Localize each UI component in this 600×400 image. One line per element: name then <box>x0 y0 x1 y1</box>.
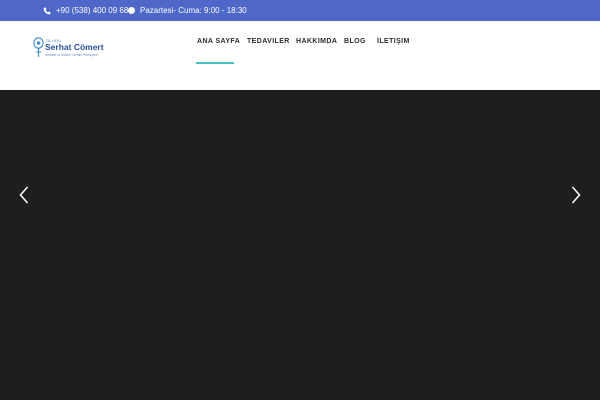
slider-next-button[interactable] <box>568 185 584 205</box>
nav-item-ana-sayfa[interactable]: ANA SAYFA <box>197 38 240 45</box>
logo-name: Serhat Cömert <box>45 42 104 52</box>
chevron-right-icon <box>571 186 581 204</box>
nav-item-tedaviler[interactable]: TEDAVILER <box>247 38 290 45</box>
nav-item-blog[interactable]: BLOG <box>344 38 366 45</box>
slider-prev-button[interactable] <box>16 185 32 205</box>
phone-icon <box>43 7 51 14</box>
working-hours-info: Pazartesi- Cuma: 9:00 - 18:30 <box>128 0 247 21</box>
nav-item-iletisim[interactable]: İLETIŞIM <box>377 38 410 45</box>
phone-number[interactable]: +90 (538) 400 09 68 <box>56 6 128 15</box>
clock-icon <box>128 7 135 14</box>
logo-mark-icon <box>33 37 44 57</box>
top-info-bar: +90 (538) 400 09 68 Pazartesi- Cuma: 9:0… <box>0 0 600 21</box>
logo-tagline: Medikal ve Estetik Cerrahi Teknisyeni <box>45 53 98 57</box>
working-hours-text: Pazartesi- Cuma: 9:00 - 18:30 <box>140 6 247 15</box>
site-header: OLUDU Serhat Cömert Medikal ve Estetik C… <box>0 21 600 90</box>
phone-info[interactable]: +90 (538) 400 09 68 <box>43 0 128 21</box>
nav-item-hakkimda[interactable]: HAKKIMDA <box>296 38 337 45</box>
hero-slider <box>0 90 600 400</box>
chevron-left-icon <box>19 186 29 204</box>
site-logo[interactable]: OLUDU Serhat Cömert Medikal ve Estetik C… <box>33 37 104 67</box>
nav-active-indicator <box>196 62 234 64</box>
